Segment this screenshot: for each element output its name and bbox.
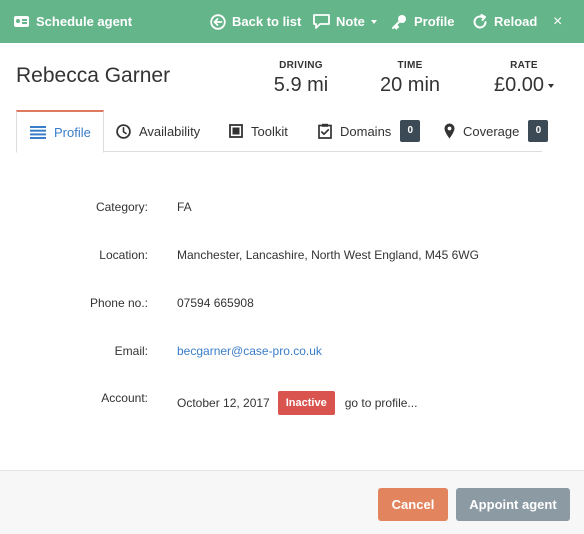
agent-name: Rebecca Garner bbox=[16, 64, 171, 87]
detail-row-account: Account: October 12, 2017 Inactive go to… bbox=[0, 391, 584, 415]
driving-label: DRIVING bbox=[279, 60, 323, 71]
close-button[interactable]: × bbox=[553, 0, 562, 43]
cancel-button[interactable]: Cancel bbox=[378, 488, 448, 521]
note-dropdown-button[interactable]: Note bbox=[313, 0, 377, 43]
time-label: TIME bbox=[397, 60, 423, 71]
rate-dropdown[interactable]: £0.00 bbox=[488, 74, 560, 97]
id-card-icon bbox=[14, 16, 29, 27]
domains-count-badge: 0 bbox=[400, 120, 421, 142]
time-value: 20 min bbox=[379, 74, 441, 96]
appoint-agent-button[interactable]: Appoint agent bbox=[456, 488, 570, 521]
go-to-profile-link[interactable]: go to profile... bbox=[345, 396, 418, 410]
chevron-down-icon bbox=[548, 83, 555, 88]
rate-label: RATE bbox=[510, 60, 538, 71]
tab-profile[interactable]: Profile bbox=[16, 110, 104, 153]
tab-availability-label: Availability bbox=[139, 123, 201, 139]
modal-title: Schedule agent bbox=[14, 0, 132, 43]
account-value: October 12, 2017 Inactive go to profile.… bbox=[177, 391, 417, 415]
location-value: Manchester, Lancashire, North West Engla… bbox=[177, 248, 479, 262]
rate-stat: RATE £0.00 bbox=[488, 60, 560, 97]
reload-label: Reload bbox=[494, 14, 538, 29]
coverage-count-badge: 0 bbox=[528, 120, 549, 142]
map-pin-icon bbox=[444, 123, 455, 139]
reload-icon bbox=[473, 13, 487, 28]
detail-row-location: Location: Manchester, Lancashire, North … bbox=[0, 248, 584, 268]
tab-toolkit-label: Toolkit bbox=[251, 123, 288, 139]
phone-label: Phone no.: bbox=[89, 296, 148, 310]
list-icon bbox=[30, 125, 46, 139]
tab-toolkit[interactable]: Toolkit bbox=[229, 110, 288, 152]
tab-domains-label: Domains bbox=[340, 123, 392, 139]
rate-value: £0.00 bbox=[493, 74, 545, 96]
driving-value: 5.9 mi bbox=[273, 74, 329, 96]
tab-coverage[interactable]: Coverage 0 bbox=[444, 110, 549, 152]
phone-value: 07594 665908 bbox=[177, 296, 254, 310]
close-icon: × bbox=[553, 12, 563, 30]
location-label: Location: bbox=[99, 248, 148, 262]
time-stat: TIME 20 min bbox=[375, 60, 445, 97]
reload-button[interactable]: Reload bbox=[472, 0, 537, 43]
modal-header: Schedule agent Back to list Note Profile… bbox=[0, 0, 584, 43]
email-link[interactable]: becgarner@case-pro.co.uk bbox=[177, 344, 322, 358]
tab-availability[interactable]: Availability bbox=[116, 110, 200, 152]
status-badge: Inactive bbox=[277, 391, 335, 415]
clipboard-check-icon bbox=[318, 123, 332, 139]
tab-profile-label: Profile bbox=[54, 124, 91, 140]
back-to-list-label: Back to list bbox=[232, 14, 302, 29]
note-label: Note bbox=[336, 14, 365, 29]
tab-domains[interactable]: Domains 0 bbox=[318, 110, 421, 152]
modal-title-text: Schedule agent bbox=[36, 14, 133, 29]
detail-row-category: Category: FA bbox=[0, 200, 584, 220]
modal-footer: Cancel Appoint agent bbox=[0, 470, 584, 534]
comment-icon bbox=[313, 14, 330, 29]
tab-coverage-label: Coverage bbox=[463, 123, 520, 139]
email-label: Email: bbox=[114, 344, 148, 358]
category-label: Category: bbox=[95, 200, 148, 214]
clock-icon bbox=[116, 123, 131, 139]
chevron-down-icon bbox=[370, 19, 377, 24]
detail-row-phone: Phone no.: 07594 665908 bbox=[0, 296, 584, 316]
account-label: Account: bbox=[101, 391, 148, 405]
toolkit-icon bbox=[229, 124, 243, 138]
tab-bar: Profile Availability Toolkit Domains 0 C… bbox=[16, 110, 549, 153]
user-key-icon bbox=[392, 14, 406, 29]
category-value: FA bbox=[177, 200, 192, 214]
driving-stat: DRIVING 5.9 mi bbox=[270, 60, 332, 97]
detail-row-email: Email: becgarner@case-pro.co.uk bbox=[0, 344, 584, 364]
arrow-left-circle-icon bbox=[210, 13, 226, 30]
profile-label: Profile bbox=[414, 14, 455, 29]
back-to-list-button[interactable]: Back to list bbox=[210, 0, 301, 43]
account-date: October 12, 2017 bbox=[177, 396, 270, 410]
profile-button[interactable]: Profile bbox=[391, 0, 454, 43]
